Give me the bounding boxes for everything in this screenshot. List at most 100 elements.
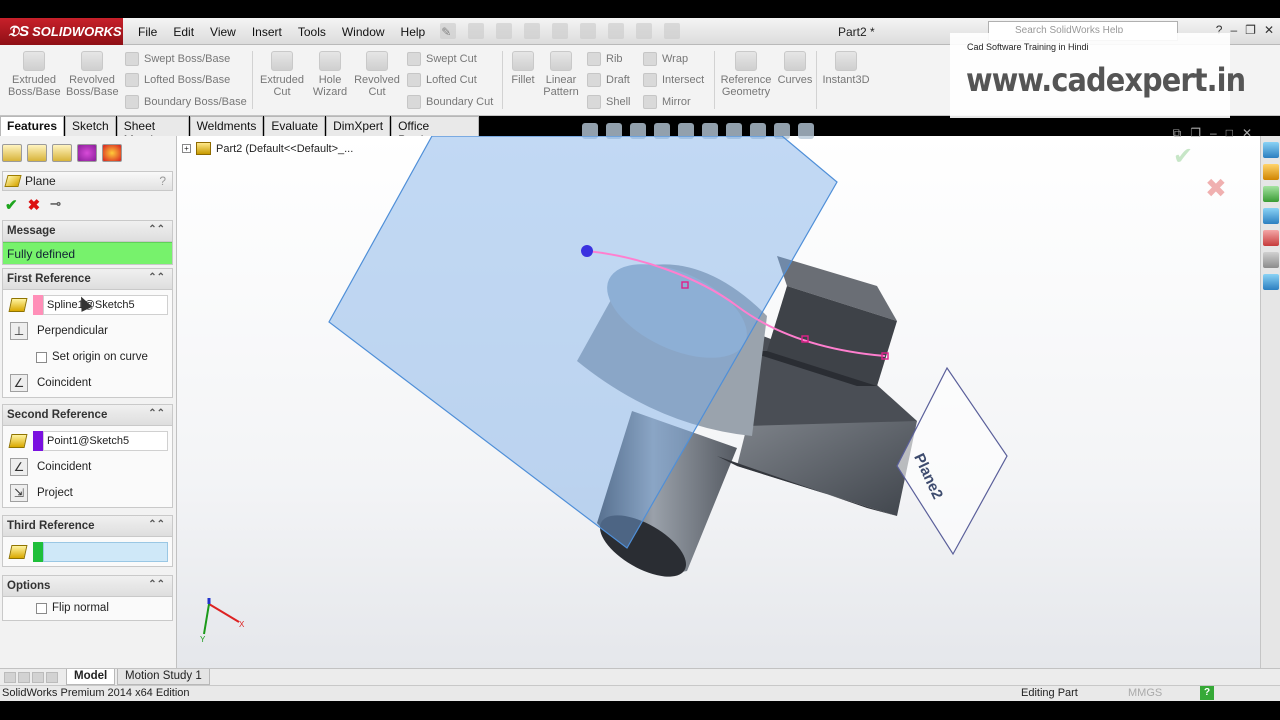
print-icon[interactable] bbox=[524, 23, 540, 39]
fillet-button[interactable]: Fillet bbox=[507, 45, 539, 86]
reference-geometry-button[interactable]: Reference Geometry bbox=[718, 45, 774, 98]
message-group: Message ⌃⌃ Fully defined bbox=[2, 220, 173, 265]
shell-button[interactable]: Shell bbox=[587, 95, 630, 109]
message-header[interactable]: Message ⌃⌃ bbox=[3, 221, 172, 242]
rib-button[interactable]: Rib bbox=[587, 52, 623, 66]
set-origin-checkbox[interactable] bbox=[36, 351, 47, 363]
new-icon[interactable] bbox=[440, 23, 456, 39]
options-icon[interactable] bbox=[664, 23, 680, 39]
flip-normal-checkbox[interactable] bbox=[36, 602, 47, 614]
menu-insert[interactable]: Insert bbox=[244, 25, 290, 39]
configuration-manager-icon[interactable] bbox=[52, 144, 72, 162]
solidworks-resources-icon[interactable] bbox=[1263, 142, 1279, 158]
menu-view[interactable]: View bbox=[202, 25, 244, 39]
project-option[interactable]: ⇲ Project bbox=[3, 480, 172, 506]
tab-model[interactable]: Model bbox=[66, 669, 116, 685]
tab-sheet-metal[interactable]: Sheet Metal bbox=[116, 116, 189, 147]
select-icon[interactable] bbox=[580, 23, 596, 39]
first-reference-header[interactable]: First Reference ⌃⌃ bbox=[3, 269, 172, 290]
file-explorer-icon[interactable] bbox=[1263, 208, 1279, 224]
intersect-button[interactable]: Intersect bbox=[643, 73, 704, 87]
revolved-cut-button[interactable]: Revolved Cut bbox=[352, 45, 402, 98]
extrude-icon bbox=[23, 51, 45, 71]
open-icon[interactable] bbox=[468, 23, 484, 39]
property-manager-icon[interactable] bbox=[27, 144, 47, 162]
collapse-icon[interactable]: ⌃⌃ bbox=[148, 519, 165, 530]
third-reference-field[interactable] bbox=[43, 542, 168, 562]
ok-check-icon[interactable]: ✔ bbox=[5, 196, 18, 214]
dimxpert-manager-icon[interactable] bbox=[77, 144, 97, 162]
graphics-area[interactable]: ⧉ ❐ – □ ✕ + Part2 (Default<<Default>_... ✔… bbox=[177, 123, 1260, 668]
coincident-option-2[interactable]: ∠ Coincident bbox=[3, 454, 172, 480]
solidworks-logo[interactable]: 𝔇S SOLIDWORKS bbox=[0, 18, 123, 45]
prev-tab-icon[interactable] bbox=[18, 672, 30, 683]
revolved-cut-icon bbox=[366, 51, 388, 71]
restore-icon[interactable]: ❐ bbox=[1245, 23, 1256, 37]
tab-evaluate[interactable]: Evaluate bbox=[264, 116, 326, 136]
tab-weldments[interactable]: Weldments bbox=[189, 116, 264, 136]
swept-cut-button[interactable]: Swept Cut bbox=[407, 52, 477, 66]
minimize-icon[interactable]: – bbox=[1230, 23, 1237, 37]
status-units[interactable]: MMGS bbox=[1128, 687, 1162, 699]
save-icon[interactable] bbox=[496, 23, 512, 39]
appearances-icon[interactable] bbox=[1263, 252, 1279, 268]
instant3d-button[interactable]: Instant3D bbox=[820, 45, 872, 86]
menu-window[interactable]: Window bbox=[334, 25, 393, 39]
close-icon[interactable]: ✕ bbox=[1264, 23, 1274, 37]
boundary-cut-button[interactable]: Boundary Cut bbox=[407, 95, 493, 109]
next-tab-icon[interactable] bbox=[32, 672, 44, 683]
swept-boss-button[interactable]: Swept Boss/Base bbox=[125, 52, 230, 66]
file-properties-icon[interactable] bbox=[636, 23, 652, 39]
design-library-icon[interactable] bbox=[1263, 186, 1279, 202]
second-reference-field[interactable]: Point1@Sketch5 bbox=[43, 431, 168, 451]
spline-endpoint[interactable] bbox=[581, 245, 593, 257]
undo-icon[interactable] bbox=[552, 23, 568, 39]
third-reference-header[interactable]: Third Reference ⌃⌃ bbox=[3, 516, 172, 537]
perpendicular-option[interactable]: ⊥ Perpendicular bbox=[3, 318, 172, 344]
extruded-cut-button[interactable]: Extruded Cut bbox=[256, 45, 308, 98]
collapse-icon[interactable]: ⌃⌃ bbox=[148, 272, 165, 283]
coincident-option-1[interactable]: ∠ Coincident bbox=[3, 370, 172, 396]
wrap-button[interactable]: Wrap bbox=[643, 52, 688, 66]
menu-help[interactable]: Help bbox=[393, 25, 434, 39]
pm-action-row: ✔ ✖ ⊸ bbox=[5, 196, 61, 214]
lofted-cut-button[interactable]: Lofted Cut bbox=[407, 73, 477, 87]
display-manager-icon[interactable] bbox=[102, 144, 122, 162]
boundary-boss-button[interactable]: Boundary Boss/Base bbox=[125, 95, 247, 109]
status-help-icon[interactable]: ? bbox=[1200, 686, 1214, 700]
revolved-boss-button[interactable]: Revolved Boss/Base bbox=[66, 45, 119, 98]
push-pin-icon[interactable]: ⊸ bbox=[50, 196, 61, 214]
collapse-icon[interactable]: ⌃⌃ bbox=[148, 224, 165, 235]
tab-motion-study-1[interactable]: Motion Study 1 bbox=[117, 669, 210, 685]
collapse-icon[interactable]: ⌃⌃ bbox=[148, 579, 165, 590]
home-icon[interactable] bbox=[1263, 164, 1279, 180]
hole-wizard-button[interactable]: Hole Wizard bbox=[305, 45, 355, 98]
first-tab-icon[interactable] bbox=[4, 672, 16, 683]
tab-sketch[interactable]: Sketch bbox=[65, 116, 116, 136]
last-tab-icon[interactable] bbox=[46, 672, 58, 683]
menu-file[interactable]: File bbox=[130, 25, 165, 39]
tab-office-products[interactable]: Office Products bbox=[391, 116, 479, 147]
rebuild-icon[interactable] bbox=[608, 23, 624, 39]
lofted-boss-button[interactable]: Lofted Boss/Base bbox=[125, 73, 230, 87]
menu-tools[interactable]: Tools bbox=[290, 25, 334, 39]
collapse-icon[interactable]: ⌃⌃ bbox=[148, 408, 165, 419]
draft-button[interactable]: Draft bbox=[587, 73, 630, 87]
mirror-button[interactable]: Mirror bbox=[643, 95, 691, 109]
custom-properties-icon[interactable] bbox=[1263, 274, 1279, 290]
tab-features[interactable]: Features bbox=[0, 116, 65, 136]
linear-pattern-button[interactable]: Linear Pattern bbox=[541, 45, 581, 98]
second-reference-header[interactable]: Second Reference ⌃⌃ bbox=[3, 405, 172, 426]
menu-edit[interactable]: Edit bbox=[165, 25, 202, 39]
set-origin-row[interactable]: Set origin on curve bbox=[3, 344, 172, 370]
extruded-boss-button[interactable]: Extruded Boss/Base bbox=[8, 45, 61, 98]
tab-dimxpert[interactable]: DimXpert bbox=[326, 116, 391, 136]
curves-button[interactable]: Curves bbox=[776, 45, 814, 86]
flip-normal-row[interactable]: Flip normal bbox=[3, 597, 172, 619]
first-reference-field[interactable]: Spline1@Sketch5 bbox=[43, 295, 168, 315]
view-palette-icon[interactable] bbox=[1263, 230, 1279, 246]
pm-help-icon[interactable]: ? bbox=[159, 174, 166, 188]
feature-manager-icon[interactable] bbox=[2, 144, 22, 162]
options-header[interactable]: Options ⌃⌃ bbox=[3, 576, 172, 597]
cancel-x-icon[interactable]: ✖ bbox=[28, 196, 41, 214]
